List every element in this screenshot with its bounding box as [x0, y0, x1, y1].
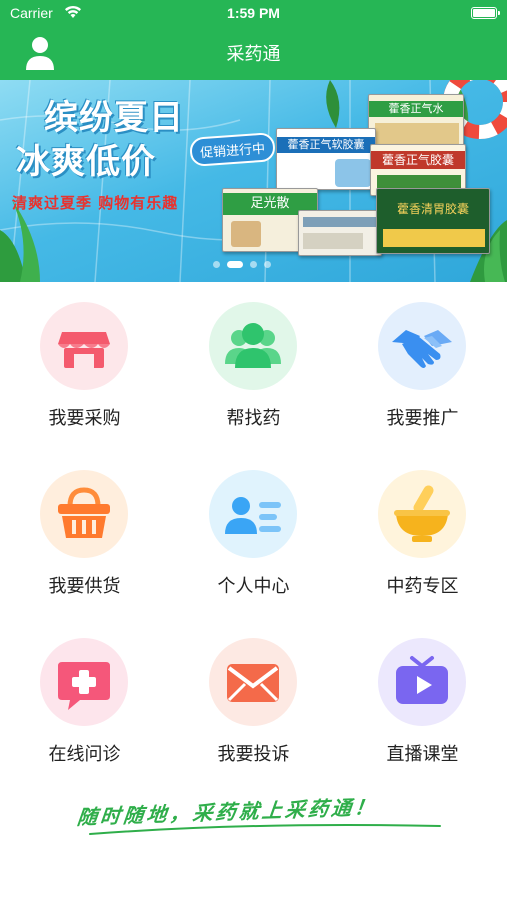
clock: 1:59 PM — [227, 5, 280, 21]
menu-item-live-class[interactable]: 直播课堂 — [338, 618, 507, 786]
menu-label: 我要采购 — [48, 408, 121, 429]
banner-page-indicator[interactable] — [213, 261, 271, 268]
top-bar: Carrier 1:59 PM 采药通 — [0, 0, 507, 80]
product-box: 藿香清胃胶囊 — [376, 188, 490, 254]
footer-underline — [89, 824, 441, 835]
mail-icon — [209, 638, 297, 726]
page-dot-active[interactable] — [227, 261, 243, 268]
menu-item-online-consult[interactable]: 在线问诊 — [0, 618, 169, 786]
menu-item-find-medicine[interactable]: 帮找药 — [169, 282, 338, 450]
medical-chat-icon — [40, 638, 128, 726]
menu-item-promote[interactable]: 我要推广 — [338, 282, 507, 450]
footer-slogan-area: 随时随地，采药就上采药通！ — [0, 782, 507, 862]
menu-label: 个人中心 — [217, 576, 290, 597]
promo-tag: 促销进行中 — [189, 132, 276, 167]
menu-item-profile[interactable]: 个人中心 — [169, 450, 338, 618]
basket-icon — [40, 470, 128, 558]
menu-label: 我要推广 — [386, 408, 459, 429]
menu-item-complaint[interactable]: 我要投诉 — [169, 618, 338, 786]
promo-banner[interactable]: 缤纷夏日 冰爽低价 促销进行中 清爽过夏季 购物有乐趣 藿香正气水 藿香正气软胶… — [0, 80, 507, 282]
page-dot[interactable] — [264, 261, 271, 268]
page-dot[interactable] — [250, 261, 257, 268]
menu-item-tcm-zone[interactable]: 中药专区 — [338, 450, 507, 618]
menu-label: 我要投诉 — [217, 744, 290, 765]
status-bar: Carrier 1:59 PM — [0, 0, 507, 28]
profile-card-icon — [209, 470, 297, 558]
banner-headline-2: 冰爽低价 — [16, 142, 156, 182]
battery-icon — [471, 7, 500, 19]
nav-bar: 采药通 — [0, 28, 507, 80]
people-icon — [209, 302, 297, 390]
tv-play-icon — [378, 638, 466, 726]
menu-label: 中药专区 — [386, 576, 459, 597]
menu-item-supply[interactable]: 我要供货 — [0, 450, 169, 618]
product-box: 藿香正气软胶囊 — [276, 128, 376, 190]
mortar-icon — [378, 470, 466, 558]
page-title: 采药通 — [226, 44, 281, 65]
store-icon — [40, 302, 128, 390]
handshake-icon — [378, 302, 466, 390]
menu-label: 帮找药 — [226, 408, 281, 429]
page-dot[interactable] — [213, 261, 220, 268]
menu-item-purchase[interactable]: 我要采购 — [0, 282, 169, 450]
banner-slogan: 清爽过夏季 购物有乐趣 — [12, 194, 179, 212]
product-box — [298, 210, 382, 256]
menu-label: 我要供货 — [48, 576, 121, 597]
banner-headline-1: 缤纷夏日 — [44, 98, 184, 138]
menu-label: 直播课堂 — [386, 744, 459, 765]
menu-label: 在线问诊 — [48, 744, 121, 765]
